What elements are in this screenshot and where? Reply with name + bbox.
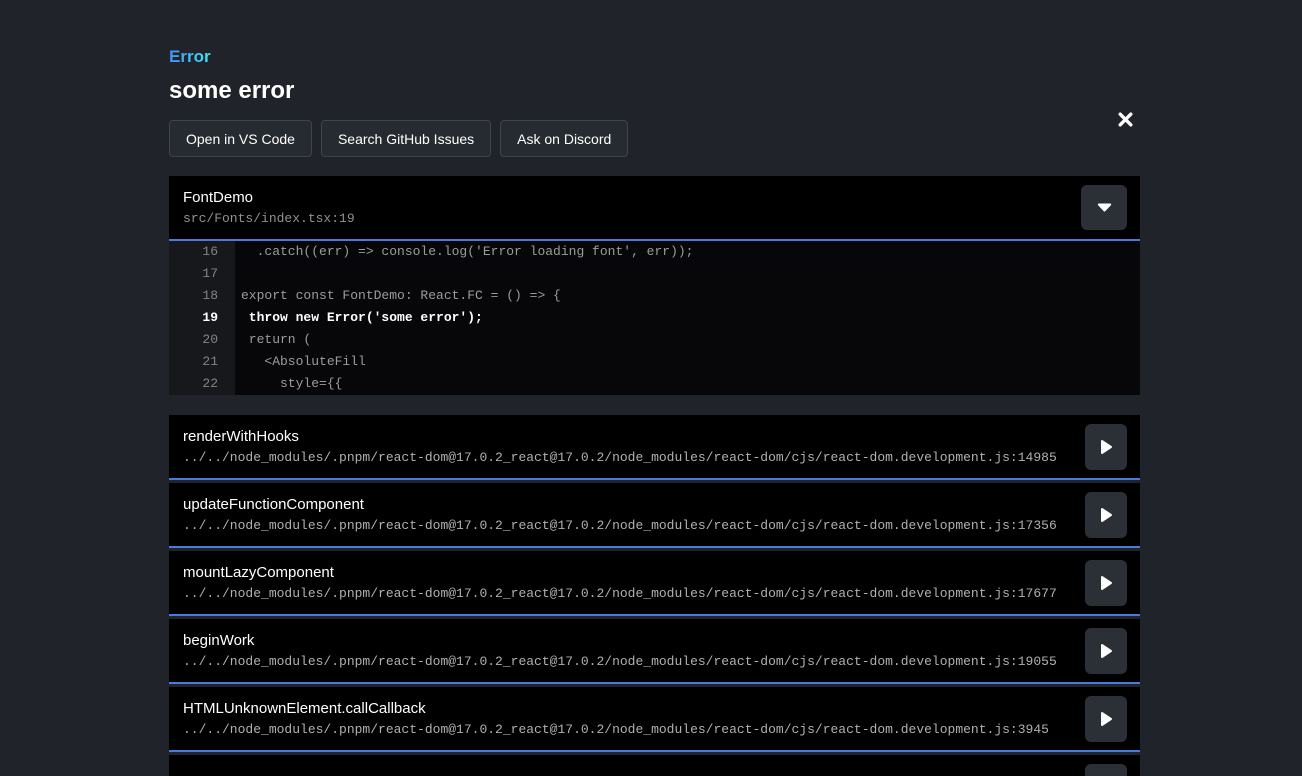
- collapse-code-button[interactable]: [1081, 185, 1127, 230]
- chevron-down-icon: [1097, 203, 1112, 212]
- play-icon: [1100, 711, 1113, 727]
- code-text: throw new Error('some error');: [235, 307, 1140, 329]
- stack-frame-info: HTMLUnknownElement.callCallback ../../no…: [183, 700, 1049, 737]
- stack-frame: renderWithHooks ../../node_modules/.pnpm…: [169, 415, 1140, 480]
- play-icon: [1100, 575, 1113, 591]
- stack-frame-path: ../../node_modules/.pnpm/react-dom@17.0.…: [183, 654, 1057, 669]
- error-overlay: Error some error Open in VS Code Search …: [169, 47, 1140, 776]
- stack-frame: [169, 755, 1140, 776]
- stack-frame-function: HTMLUnknownElement.callCallback: [183, 700, 1049, 717]
- stack-frame-info: renderWithHooks ../../node_modules/.pnpm…: [183, 428, 1057, 465]
- source-frame-title: FontDemo: [183, 189, 355, 206]
- open-in-vscode-button[interactable]: Open in VS Code: [169, 120, 312, 157]
- code-line: 17: [169, 263, 1140, 285]
- error-message: some error: [169, 78, 1140, 104]
- stack-frame-info: mountLazyComponent ../../node_modules/.p…: [183, 564, 1057, 601]
- source-frame-info: FontDemo src/Fonts/index.tsx:19: [183, 189, 355, 226]
- search-github-issues-button[interactable]: Search GitHub Issues: [321, 120, 491, 157]
- line-number: 17: [169, 263, 235, 285]
- code-text: .catch((err) => console.log('Error loadi…: [235, 241, 1140, 263]
- source-frame-header: FontDemo src/Fonts/index.tsx:19: [169, 176, 1140, 241]
- code-line: 16 .catch((err) => console.log('Error lo…: [169, 241, 1140, 263]
- expand-frame-button[interactable]: [1085, 492, 1127, 538]
- code-line-highlighted: 19 throw new Error('some error');: [169, 307, 1140, 329]
- close-button[interactable]: [1112, 106, 1138, 132]
- code-line: 22 style={{: [169, 373, 1140, 395]
- expand-frame-button[interactable]: [1085, 696, 1127, 742]
- line-number: 21: [169, 351, 235, 373]
- stack-frame-info: beginWork ../../node_modules/.pnpm/react…: [183, 632, 1057, 669]
- stack-frame-path: ../../node_modules/.pnpm/react-dom@17.0.…: [183, 450, 1057, 465]
- stack-frame-function: mountLazyComponent: [183, 564, 1057, 581]
- code-frame: 16 .catch((err) => console.log('Error lo…: [169, 241, 1140, 395]
- stack-frame: updateFunctionComponent ../../node_modul…: [169, 483, 1140, 548]
- code-text: style={{: [235, 373, 1140, 395]
- code-text: return (: [235, 329, 1140, 351]
- stack-frame-function: updateFunctionComponent: [183, 496, 1057, 513]
- expand-frame-button[interactable]: [1085, 424, 1127, 470]
- line-number: 16: [169, 241, 235, 263]
- stack-frame-function: beginWork: [183, 632, 1057, 649]
- code-line: 21 <AbsoluteFill: [169, 351, 1140, 373]
- source-frame-location: src/Fonts/index.tsx:19: [183, 211, 355, 226]
- stack-frame-path: ../../node_modules/.pnpm/react-dom@17.0.…: [183, 518, 1057, 533]
- code-text: <AbsoluteFill: [235, 351, 1140, 373]
- expand-frame-button[interactable]: [1085, 764, 1127, 776]
- line-number: 22: [169, 373, 235, 395]
- error-type-label: Error: [169, 47, 211, 66]
- play-icon: [1100, 643, 1113, 659]
- stack-frame-path: ../../node_modules/.pnpm/react-dom@17.0.…: [183, 586, 1057, 601]
- code-text: [235, 263, 1140, 285]
- stack-frame-list: renderWithHooks ../../node_modules/.pnpm…: [169, 415, 1140, 776]
- expand-frame-button[interactable]: [1085, 628, 1127, 674]
- code-line: 20 return (: [169, 329, 1140, 351]
- action-button-row: Open in VS Code Search GitHub Issues Ask…: [169, 120, 1140, 157]
- line-number: 18: [169, 285, 235, 307]
- stack-frame: HTMLUnknownElement.callCallback ../../no…: [169, 687, 1140, 752]
- stack-frame-function: renderWithHooks: [183, 428, 1057, 445]
- line-number: 19: [169, 307, 235, 329]
- stack-frame-path: ../../node_modules/.pnpm/react-dom@17.0.…: [183, 722, 1049, 737]
- play-icon: [1100, 507, 1113, 523]
- code-text: export const FontDemo: React.FC = () => …: [235, 285, 1140, 307]
- line-number: 20: [169, 329, 235, 351]
- code-line: 18 export const FontDemo: React.FC = () …: [169, 285, 1140, 307]
- close-icon: [1117, 111, 1134, 128]
- stack-frame-info: updateFunctionComponent ../../node_modul…: [183, 496, 1057, 533]
- play-icon: [1100, 439, 1113, 455]
- expand-frame-button[interactable]: [1085, 560, 1127, 606]
- stack-frame: mountLazyComponent ../../node_modules/.p…: [169, 551, 1140, 616]
- stack-frame: beginWork ../../node_modules/.pnpm/react…: [169, 619, 1140, 684]
- ask-on-discord-button[interactable]: Ask on Discord: [500, 120, 628, 157]
